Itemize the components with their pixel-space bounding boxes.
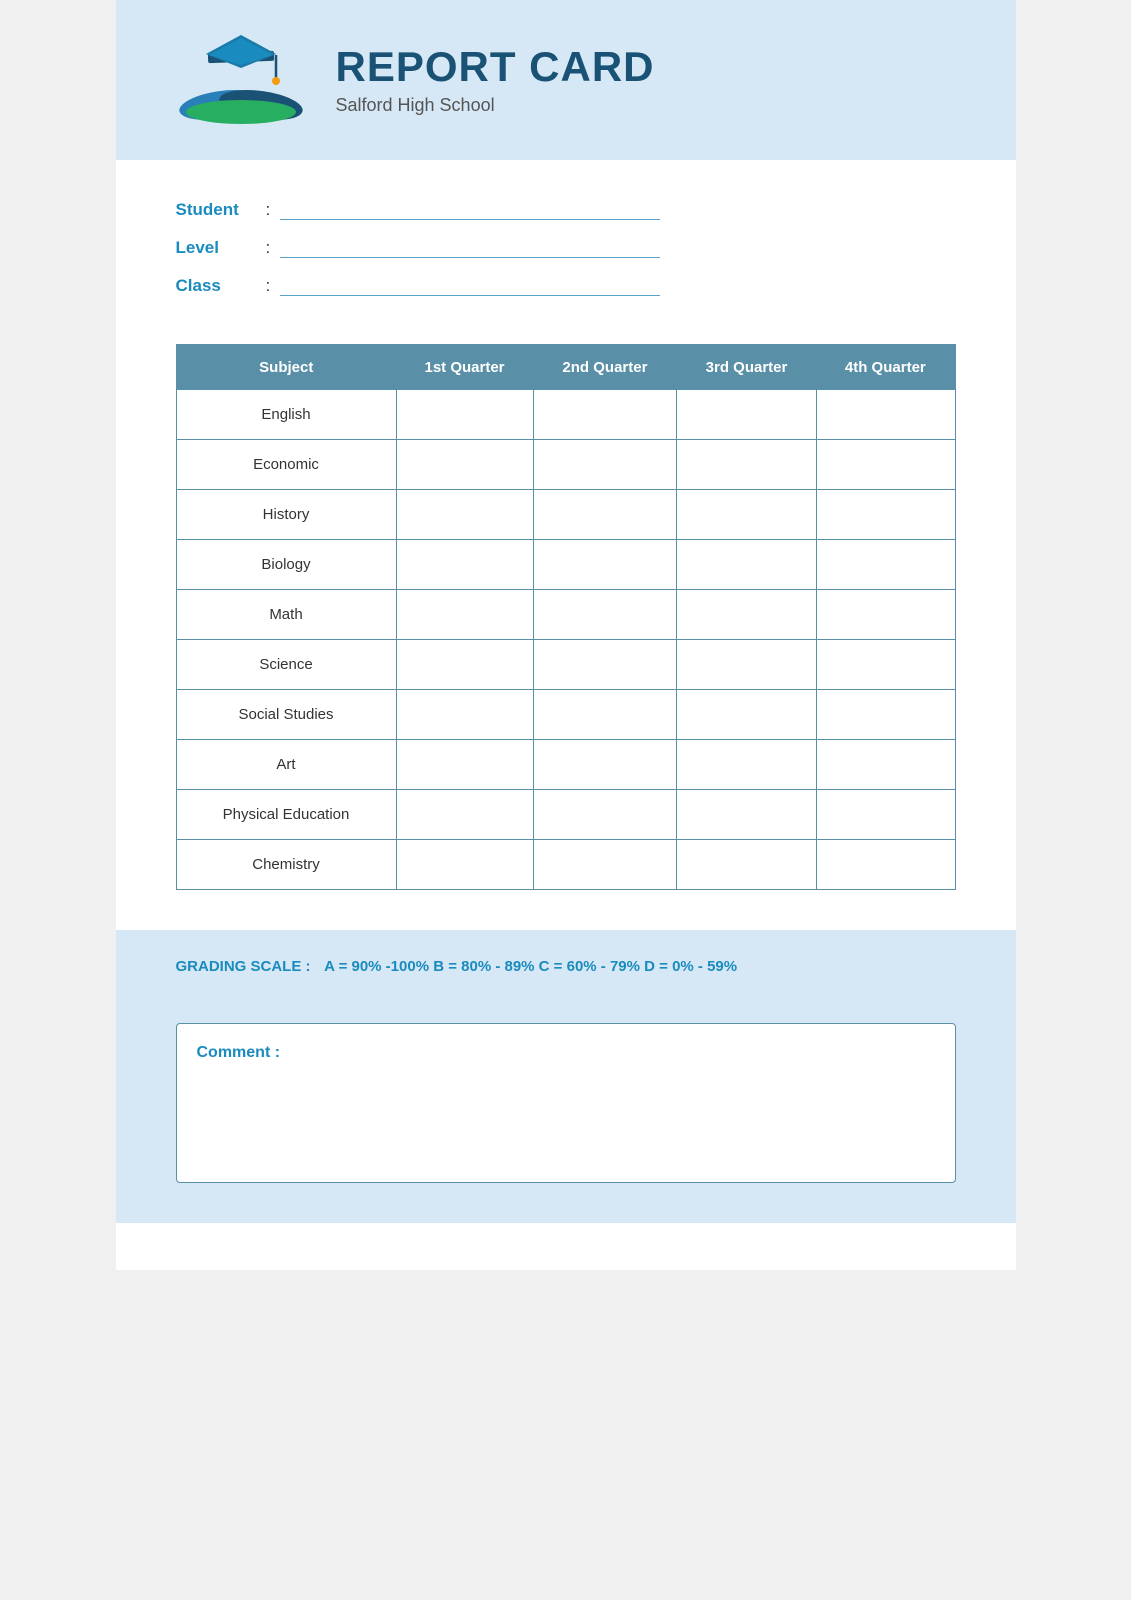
table-row: Physical Education <box>176 790 955 840</box>
q1-grade-cell[interactable] <box>396 590 533 640</box>
subject-cell: Economic <box>176 440 396 490</box>
q4-grade-cell[interactable] <box>816 390 955 440</box>
level-label: Level <box>176 238 266 258</box>
grading-scale-label: GRADING SCALE : <box>176 958 311 975</box>
table-row: Social Studies <box>176 690 955 740</box>
grading-scale-values: A = 90% -100% B = 80% - 89% C = 60% - 79… <box>324 958 737 975</box>
q1-grade-cell[interactable] <box>396 790 533 840</box>
subject-cell: History <box>176 490 396 540</box>
table-header-row: Subject 1st Quarter 2nd Quarter 3rd Quar… <box>176 345 955 391</box>
subject-cell: Biology <box>176 540 396 590</box>
q4-grade-cell[interactable] <box>816 490 955 540</box>
class-colon: : <box>266 276 271 296</box>
student-colon: : <box>266 200 271 220</box>
level-row: Level : <box>176 238 956 258</box>
level-input-line[interactable] <box>280 238 660 258</box>
q4-grade-cell[interactable] <box>816 790 955 840</box>
comment-label: Comment : <box>197 1044 281 1061</box>
table-section: Subject 1st Quarter 2nd Quarter 3rd Quar… <box>116 344 1016 920</box>
table-row: History <box>176 490 955 540</box>
table-row: Economic <box>176 440 955 490</box>
q2-grade-cell[interactable] <box>533 490 677 540</box>
class-row: Class : <box>176 276 956 296</box>
q1-grade-cell[interactable] <box>396 540 533 590</box>
table-row: Science <box>176 640 955 690</box>
q4-grade-cell[interactable] <box>816 840 955 890</box>
school-name: Salford High School <box>336 95 655 116</box>
q2-grade-cell[interactable] <box>533 390 677 440</box>
q3-grade-cell[interactable] <box>677 590 816 640</box>
student-label: Student <box>176 200 266 220</box>
q3-grade-cell[interactable] <box>677 640 816 690</box>
comment-section: Comment : <box>116 1003 1016 1223</box>
subject-cell: Physical Education <box>176 790 396 840</box>
q4-grade-cell[interactable] <box>816 740 955 790</box>
q2-grade-cell[interactable] <box>533 640 677 690</box>
table-row: Chemistry <box>176 840 955 890</box>
q3-grade-cell[interactable] <box>677 740 816 790</box>
q1-grade-cell[interactable] <box>396 640 533 690</box>
col-q4: 4th Quarter <box>816 345 955 391</box>
grades-table: Subject 1st Quarter 2nd Quarter 3rd Quar… <box>176 344 956 890</box>
q1-grade-cell[interactable] <box>396 690 533 740</box>
q2-grade-cell[interactable] <box>533 740 677 790</box>
comment-box[interactable]: Comment : <box>176 1023 956 1183</box>
student-input-line[interactable] <box>280 200 660 220</box>
class-input-line[interactable] <box>280 276 660 296</box>
col-q2: 2nd Quarter <box>533 345 677 391</box>
subject-cell: English <box>176 390 396 440</box>
q4-grade-cell[interactable] <box>816 440 955 490</box>
q3-grade-cell[interactable] <box>677 490 816 540</box>
q2-grade-cell[interactable] <box>533 540 677 590</box>
col-subject: Subject <box>176 345 396 391</box>
q2-grade-cell[interactable] <box>533 790 677 840</box>
report-card-page: REPORT CARD Salford High School Student … <box>116 0 1016 1270</box>
grading-scale-section: GRADING SCALE : A = 90% -100% B = 80% - … <box>116 930 1016 1003</box>
student-row: Student : <box>176 200 956 220</box>
q2-grade-cell[interactable] <box>533 840 677 890</box>
grading-scale-text: GRADING SCALE : A = 90% -100% B = 80% - … <box>176 958 956 975</box>
q3-grade-cell[interactable] <box>677 840 816 890</box>
q3-grade-cell[interactable] <box>677 790 816 840</box>
table-row: Math <box>176 590 955 640</box>
q4-grade-cell[interactable] <box>816 640 955 690</box>
table-row: English <box>176 390 955 440</box>
q1-grade-cell[interactable] <box>396 490 533 540</box>
q4-grade-cell[interactable] <box>816 540 955 590</box>
report-card-title: REPORT CARD <box>336 44 655 90</box>
subject-cell: Math <box>176 590 396 640</box>
subject-cell: Science <box>176 640 396 690</box>
level-colon: : <box>266 238 271 258</box>
header-text: REPORT CARD Salford High School <box>336 44 655 115</box>
q3-grade-cell[interactable] <box>677 690 816 740</box>
q2-grade-cell[interactable] <box>533 440 677 490</box>
q3-grade-cell[interactable] <box>677 390 816 440</box>
info-section: Student : Level : Class : <box>116 160 1016 344</box>
subject-cell: Art <box>176 740 396 790</box>
q1-grade-cell[interactable] <box>396 740 533 790</box>
q3-grade-cell[interactable] <box>677 440 816 490</box>
header: REPORT CARD Salford High School <box>116 0 1016 160</box>
q1-grade-cell[interactable] <box>396 840 533 890</box>
class-label: Class <box>176 276 266 296</box>
q4-grade-cell[interactable] <box>816 590 955 640</box>
col-q3: 3rd Quarter <box>677 345 816 391</box>
q1-grade-cell[interactable] <box>396 390 533 440</box>
q4-grade-cell[interactable] <box>816 690 955 740</box>
table-row: Art <box>176 740 955 790</box>
table-row: Biology <box>176 540 955 590</box>
q1-grade-cell[interactable] <box>396 440 533 490</box>
subject-cell: Social Studies <box>176 690 396 740</box>
q2-grade-cell[interactable] <box>533 590 677 640</box>
school-logo <box>176 30 306 130</box>
q3-grade-cell[interactable] <box>677 540 816 590</box>
q2-grade-cell[interactable] <box>533 690 677 740</box>
subject-cell: Chemistry <box>176 840 396 890</box>
col-q1: 1st Quarter <box>396 345 533 391</box>
